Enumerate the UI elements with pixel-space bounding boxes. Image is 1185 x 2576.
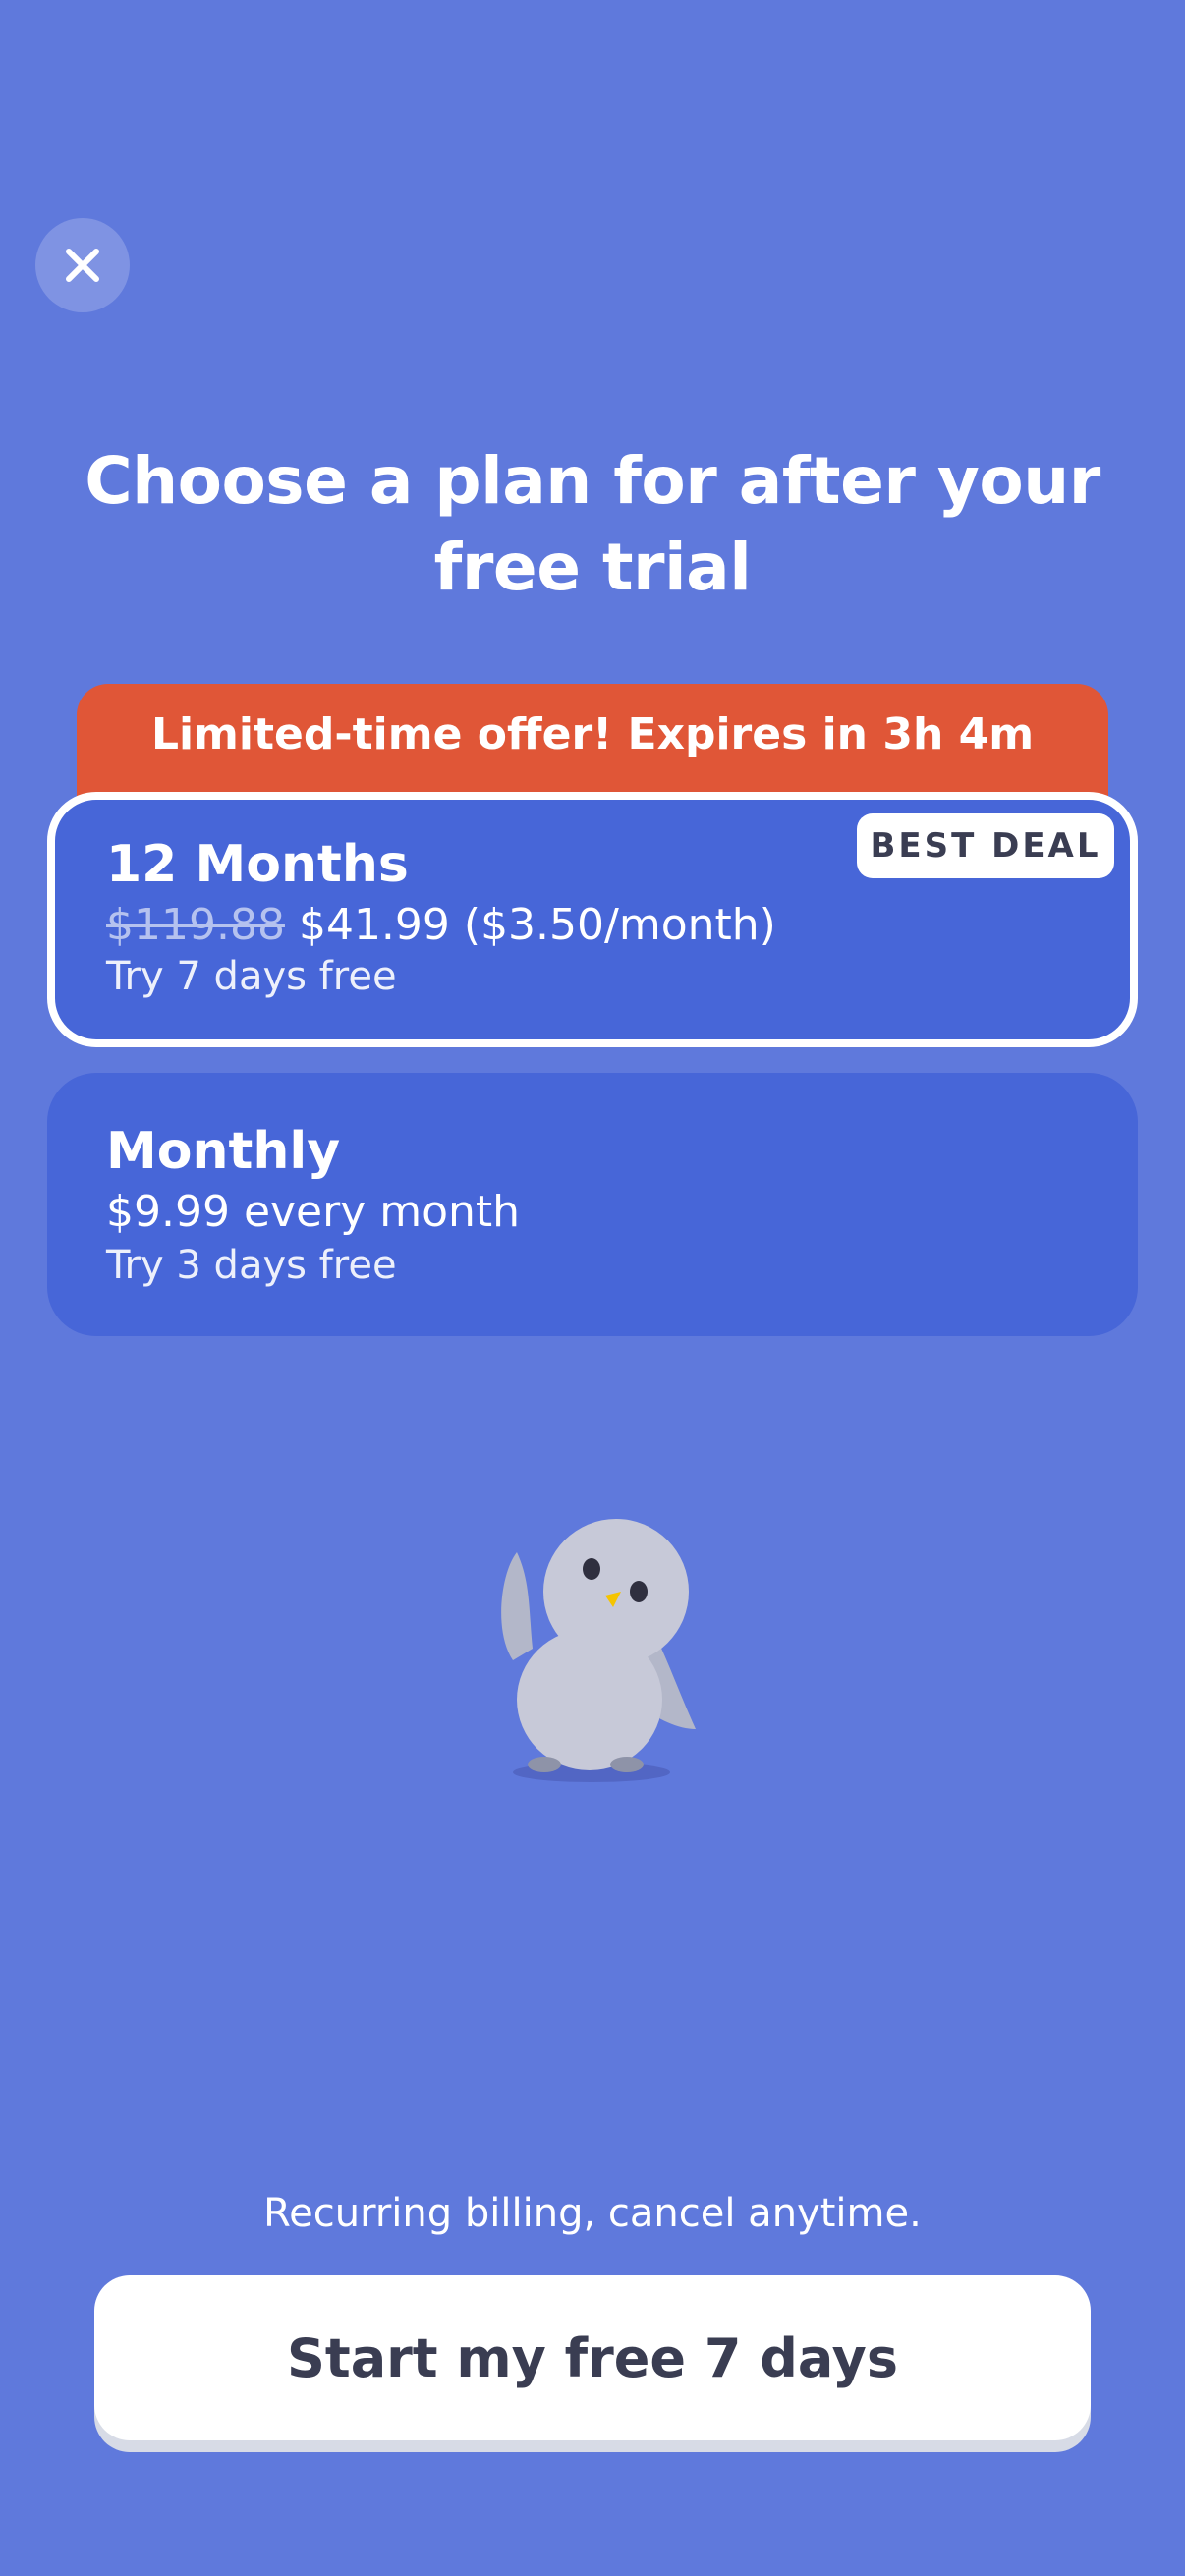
- page-title: Choose a plan for after your free trial: [85, 443, 1100, 605]
- discounted-price: $41.99 ($3.50/month): [298, 900, 776, 950]
- plan-trial-12-months: Try 7 days free: [106, 954, 397, 999]
- close-button[interactable]: [35, 218, 130, 312]
- start-free-trial-button[interactable]: Start my free 7 days: [94, 2275, 1091, 2440]
- plan-price-12-months: $119.88 $41.99 ($3.50/month): [106, 900, 776, 951]
- plan-name-monthly: Monthly: [106, 1122, 341, 1181]
- cta-label: Start my free 7 days: [287, 2326, 898, 2389]
- close-icon: [66, 249, 99, 282]
- plan-price-monthly: $9.99 every month: [106, 1187, 521, 1237]
- best-deal-badge: BEST DEAL: [857, 813, 1114, 878]
- owl-mascot-icon: [501, 1519, 696, 1782]
- plan-name-12-months: 12 Months: [106, 835, 409, 894]
- billing-note: Recurring billing, cancel anytime.: [263, 2191, 922, 2236]
- original-price: $119.88: [106, 900, 285, 950]
- plan-trial-monthly: Try 3 days free: [106, 1243, 397, 1288]
- offer-text: Limited-time offer! Expires in 3h 4m: [150, 709, 1035, 759]
